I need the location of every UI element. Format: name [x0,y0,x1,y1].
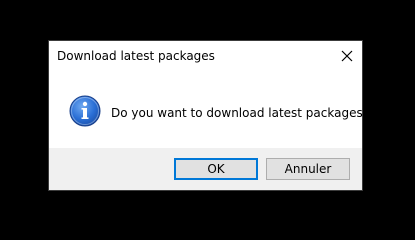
information-icon [69,95,101,127]
button-bar: OK Annuler [49,148,362,190]
dialog-content: Do you want to download latest packages? [49,72,369,148]
dialog-title: Download latest packages [57,49,215,63]
message-dialog: Download latest packages Do you want to [48,40,369,191]
dialog-message: Do you want to download latest packages? [111,106,370,120]
close-button[interactable] [332,41,362,71]
cancel-button[interactable]: Annuler [266,158,350,180]
close-icon [341,50,353,62]
title-bar[interactable]: Download latest packages [49,41,362,72]
ok-button[interactable]: OK [174,158,258,180]
